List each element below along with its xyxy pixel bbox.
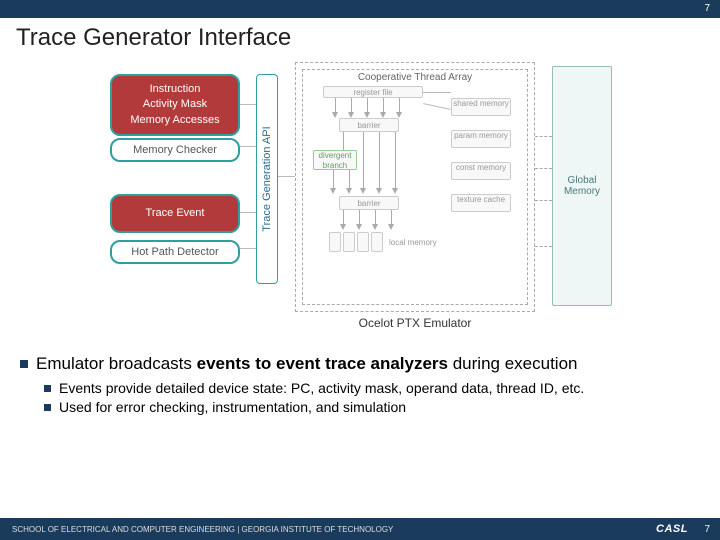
bullet-square-icon	[20, 360, 28, 368]
footer-bar: SCHOOL OF ELECTRICAL AND COMPUTER ENGINE…	[0, 518, 720, 540]
dashed-connector	[535, 200, 552, 201]
arrow-down-icon	[330, 188, 336, 194]
top-bar: 7	[0, 0, 720, 18]
hot-path-detector-box: Hot Path Detector	[110, 240, 240, 264]
bullet-square-icon	[44, 404, 51, 411]
arrow-down-icon	[392, 188, 398, 194]
register-file-box: register file	[323, 86, 423, 98]
trace-generation-api-bar: Trace Generation API	[256, 74, 278, 284]
arrow-line	[333, 170, 334, 188]
footer-page-number: 7	[704, 524, 710, 535]
divergent-branch-box: divergent branch	[313, 150, 357, 170]
local-mem-cell	[329, 232, 341, 252]
footer-logo: CASL	[656, 523, 688, 535]
cta-frame: Cooperative Thread Array register file b…	[302, 69, 528, 305]
shared-memory-box: shared memory	[451, 98, 511, 116]
bullet-text-post: during execution	[448, 354, 577, 373]
local-mem-cell	[343, 232, 355, 252]
dashed-connector	[535, 168, 552, 169]
dashed-connector	[535, 136, 552, 137]
bullet-level2-2: Used for error checking, instrumentation…	[44, 399, 700, 415]
arrow-line	[349, 170, 350, 188]
connector-line	[240, 104, 256, 105]
arrow-down-icon	[376, 188, 382, 194]
dashed-connector	[535, 246, 552, 247]
connector-line	[423, 103, 451, 110]
bullet-square-icon	[44, 385, 51, 392]
arrow-down-icon	[388, 224, 394, 230]
local-mem-cell	[371, 232, 383, 252]
cta-title: Cooperative Thread Array	[303, 72, 527, 83]
arrow-line	[351, 98, 352, 112]
arrow-line	[391, 210, 392, 224]
footer-text: SCHOOL OF ELECTRICAL AND COMPUTER ENGINE…	[12, 525, 393, 534]
arrow-line	[375, 210, 376, 224]
bullet-level2-1: Events provide detailed device state: PC…	[44, 380, 700, 396]
arrow-line	[399, 98, 400, 112]
global-memory-box: Global Memory	[552, 66, 612, 306]
diagram-area: Instruction Activity Mask Memory Accesse…	[80, 56, 640, 346]
bullet-sub2-text: Used for error checking, instrumentation…	[59, 399, 406, 415]
memory-checker-box: Memory Checker	[110, 138, 240, 162]
arrow-line	[367, 98, 368, 112]
bullet-main-text: Emulator broadcasts events to event trac…	[36, 354, 577, 374]
arrow-line	[343, 132, 344, 150]
arrow-line	[343, 210, 344, 224]
bullet-level1: Emulator broadcasts events to event trac…	[20, 354, 700, 374]
instruction-box: Instruction Activity Mask Memory Accesse…	[110, 74, 240, 136]
arrow-down-icon	[346, 188, 352, 194]
connector-line	[278, 176, 295, 177]
arrow-line	[379, 132, 380, 188]
connector-line	[240, 212, 256, 213]
arrow-down-icon	[360, 188, 366, 194]
connector-line	[423, 92, 451, 93]
bullet-sub1-text: Events provide detailed device state: PC…	[59, 380, 584, 396]
local-mem-cell	[357, 232, 369, 252]
arrow-line	[395, 132, 396, 188]
global-memory-label: Global Memory	[564, 175, 600, 197]
barrier-box-2: barrier	[339, 196, 399, 210]
texture-cache-box: texture cache	[451, 194, 511, 212]
arrow-down-icon	[340, 224, 346, 230]
arrow-line	[359, 210, 360, 224]
page-title: Trace Generator Interface	[0, 18, 720, 56]
bullet-list: Emulator broadcasts events to event trac…	[20, 354, 700, 418]
arrow-down-icon	[372, 224, 378, 230]
arrow-line	[335, 98, 336, 112]
local-memory-label: local memory	[389, 238, 437, 247]
arrow-down-icon	[356, 224, 362, 230]
api-label: Trace Generation API	[261, 126, 273, 231]
bullet-text-pre: Emulator broadcasts	[36, 354, 197, 373]
instruction-box-text: Instruction Activity Mask Memory Accesse…	[130, 83, 219, 126]
arrow-line	[383, 98, 384, 112]
bullet-text-bold: events to event trace analyzers	[197, 354, 448, 373]
trace-event-box: Trace Event	[110, 194, 240, 233]
arrow-down-icon	[332, 112, 338, 118]
top-page-number: 7	[704, 3, 710, 14]
param-memory-box: param memory	[451, 130, 511, 148]
emulator-frame: Cooperative Thread Array register file b…	[295, 62, 535, 312]
arrow-line	[363, 132, 364, 188]
const-memory-box: const memory	[451, 162, 511, 180]
emulator-label: Ocelot PTX Emulator	[295, 316, 535, 330]
barrier-box-1: barrier	[339, 118, 399, 132]
connector-line	[240, 146, 256, 147]
connector-line	[240, 248, 256, 249]
